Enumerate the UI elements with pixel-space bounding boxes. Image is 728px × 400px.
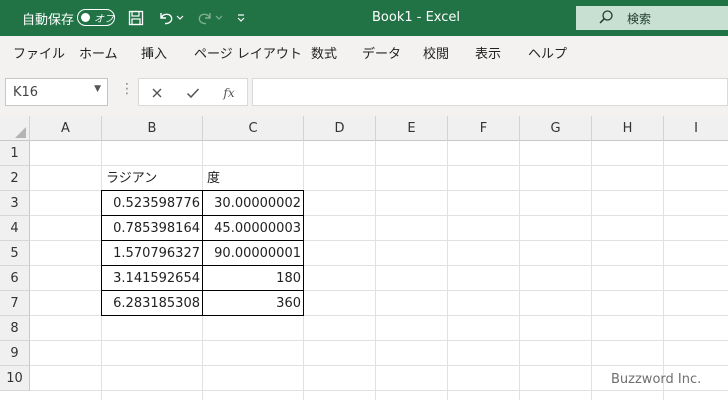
row-header[interactable]: 4 (0, 216, 30, 241)
table-border (303, 190, 304, 316)
toggle-knob (81, 12, 90, 22)
column-header[interactable]: I (664, 116, 728, 141)
search-icon (598, 9, 614, 29)
tab-home[interactable]: ホーム (79, 43, 118, 62)
row-header[interactable]: 3 (0, 191, 30, 216)
formula-input[interactable] (252, 78, 728, 106)
cell-c7[interactable]: 360 (203, 291, 304, 316)
tab-help[interactable]: ヘルプ (528, 43, 567, 62)
cell-c4[interactable]: 45.00000003 (203, 216, 304, 241)
column-header[interactable]: G (520, 116, 592, 141)
gridline (30, 390, 728, 391)
formula-buttons: fx (138, 78, 248, 106)
column-headers: A B C D E F G H I (0, 116, 728, 141)
tab-data[interactable]: データ (362, 43, 401, 62)
tab-review[interactable]: 校閲 (423, 43, 449, 62)
column-header[interactable]: B (102, 116, 203, 141)
cancel-icon[interactable] (147, 83, 167, 103)
autosave-state: オフ (94, 14, 114, 25)
gridline (591, 141, 592, 400)
row-header[interactable]: 7 (0, 291, 30, 316)
column-header[interactable]: A (30, 116, 102, 141)
search-box[interactable]: 検索 (576, 6, 728, 30)
table-border (101, 190, 102, 316)
customize-toolbar-icon[interactable] (232, 7, 250, 29)
cell-b5[interactable]: 1.570796327 (102, 241, 203, 266)
cell-b6[interactable]: 3.141592654 (102, 266, 203, 291)
name-box-value: K16 (13, 85, 39, 100)
cell-c3[interactable]: 30.00000002 (203, 191, 304, 216)
redo-dropdown-icon[interactable] (213, 7, 225, 29)
cell-c6[interactable]: 180 (203, 266, 304, 291)
tab-insert[interactable]: 挿入 (141, 43, 167, 62)
row-header[interactable]: 10 (0, 366, 30, 391)
gridline (519, 141, 520, 400)
autosave-toggle[interactable]: オフ (77, 9, 115, 26)
search-label: 検索 (627, 12, 652, 26)
gridline (447, 141, 448, 400)
enter-check-icon[interactable] (183, 83, 203, 103)
gridline (375, 141, 376, 400)
formula-bar-area: K16 ▼ ⋮ fx (0, 66, 728, 116)
column-header[interactable]: C (203, 116, 304, 141)
insert-function-icon[interactable]: fx (219, 83, 239, 103)
undo-dropdown-icon[interactable] (174, 7, 186, 29)
name-box-dropdown-icon[interactable]: ▼ (94, 84, 101, 94)
column-header[interactable]: F (448, 116, 520, 141)
column-header[interactable]: E (376, 116, 448, 141)
save-icon[interactable] (125, 7, 147, 29)
tab-view[interactable]: 表示 (475, 43, 501, 62)
autosave-label: 自動保存 (22, 13, 75, 28)
row-header[interactable]: 8 (0, 316, 30, 341)
cell-c2[interactable]: 度 (203, 166, 304, 191)
row-header[interactable]: 1 (0, 141, 30, 166)
gridline (30, 365, 728, 366)
row-header[interactable]: 2 (0, 166, 30, 191)
column-header[interactable]: D (304, 116, 376, 141)
cell-b7[interactable]: 6.283185308 (102, 291, 203, 316)
select-all-corner[interactable] (0, 116, 30, 141)
title-bar: 自動保存 オフ Book1 - Excel 検索 (0, 0, 728, 36)
cell-b3[interactable]: 0.523598776 (102, 191, 203, 216)
tab-formulas[interactable]: 数式 (311, 43, 337, 62)
tab-file[interactable]: ファイル (13, 43, 65, 62)
watermark: Buzzword Inc. (611, 372, 702, 387)
tab-page-layout[interactable]: ページ レイアウト (194, 43, 302, 62)
gridline (30, 340, 728, 341)
cell-b2[interactable]: ラジアン (102, 166, 203, 191)
cell-b4[interactable]: 0.785398164 (102, 216, 203, 241)
row-header[interactable]: 6 (0, 266, 30, 291)
name-box[interactable]: K16 ▼ (5, 78, 108, 106)
window-title: Book1 - Excel (372, 10, 461, 25)
row-header[interactable]: 5 (0, 241, 30, 266)
table-border (202, 190, 203, 316)
cell-c5[interactable]: 90.00000001 (203, 241, 304, 266)
more-options-icon[interactable]: ⋮ (120, 81, 134, 97)
gridline (663, 141, 664, 400)
column-header[interactable]: H (592, 116, 664, 141)
row-header[interactable]: 9 (0, 341, 30, 366)
ribbon-tabs: ファイル ホーム 挿入 ページ レイアウト 数式 データ 校閲 表示 ヘルプ (0, 36, 728, 66)
